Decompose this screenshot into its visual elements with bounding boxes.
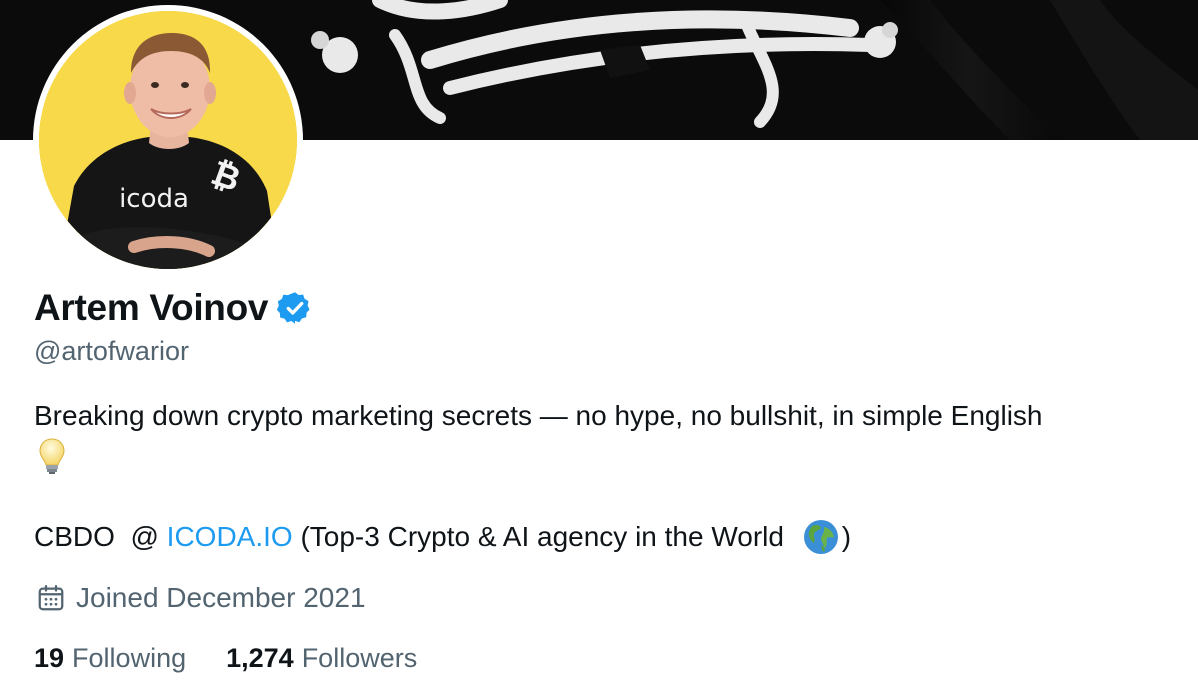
globe-icon <box>803 520 838 554</box>
avatar-photo: ₿ icoda <box>39 11 297 269</box>
profile-name: Artem Voinov <box>34 287 269 328</box>
bio-agency-text: (Top-3 Crypto & AI agency in the World <box>292 521 792 552</box>
avatar[interactable]: ₿ icoda <box>39 11 297 269</box>
lightbulb-icon <box>39 438 65 474</box>
icoda-link[interactable]: ICODA.IO <box>167 518 293 556</box>
bio-line-1: Breaking down crypto marketing secrets —… <box>34 400 1043 431</box>
joined-date: Joined December 2021 <box>36 582 366 614</box>
verified-badge-icon[interactable] <box>277 290 313 326</box>
shirt-logo-text: icoda <box>119 184 189 214</box>
follow-stats: 19 Following 1,274 Followers <box>34 643 417 674</box>
bio-line-2-end: ) <box>841 521 852 552</box>
bio-line-2: CBDO @ ICODA.IO (Top-3 Crypto & AI agenc… <box>34 518 851 556</box>
following-label: Following <box>72 643 187 673</box>
calendar-icon <box>38 585 64 611</box>
following-count: 19 <box>34 643 65 673</box>
joined-text: Joined December 2021 <box>76 582 366 613</box>
followers-stat[interactable]: 1,274 Followers <box>226 643 417 674</box>
followers-count: 1,274 <box>226 643 294 673</box>
bio-role-text: CBDO @ <box>34 521 167 552</box>
following-stat[interactable]: 19 Following <box>34 643 186 674</box>
followers-label: Followers <box>301 643 418 673</box>
profile-handle: @artofwarior <box>34 336 189 366</box>
profile-name-row: Artem Voinov <box>34 286 313 330</box>
